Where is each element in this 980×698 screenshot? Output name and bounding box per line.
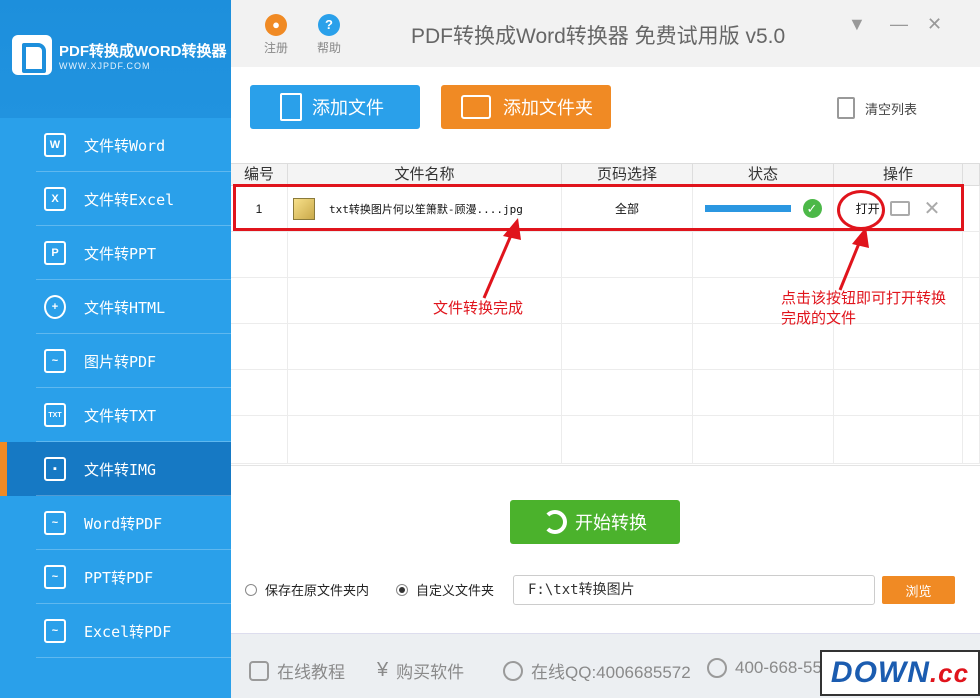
bottom-panel bbox=[231, 465, 980, 633]
refresh-icon bbox=[543, 510, 567, 534]
book-icon bbox=[249, 660, 269, 681]
online-tutorial-label: 在线教程 bbox=[277, 663, 345, 682]
watermark-main: DOWN bbox=[830, 656, 930, 689]
watermark-suffix: .cc bbox=[929, 657, 970, 688]
browse-button[interactable]: 浏览 bbox=[882, 576, 955, 604]
annotation-done: 文件转换完成 bbox=[433, 300, 524, 317]
annotation-open-hint-line2: 完成的文件 bbox=[781, 310, 857, 327]
buy-software-link[interactable]: ¥ 购买软件 bbox=[377, 658, 464, 683]
watermark-logo: DOWN .cc bbox=[820, 650, 980, 696]
annotation-open-hint: 点击该按钮即可打开转换 完成的文件 bbox=[781, 289, 946, 329]
qq-icon bbox=[503, 660, 523, 681]
option-original-folder[interactable]: 保存在原文件夹内 bbox=[245, 580, 369, 599]
online-qq-link[interactable]: 在线QQ:4006685572 bbox=[503, 658, 691, 683]
phone-label: 400-668-55 bbox=[735, 658, 822, 677]
annotation-open-hint-line1: 点击该按钮即可打开转换 bbox=[781, 290, 947, 307]
radio-original-folder[interactable] bbox=[245, 583, 257, 596]
radio-custom-folder[interactable] bbox=[396, 583, 408, 596]
start-convert-button[interactable]: 开始转换 bbox=[510, 500, 680, 544]
online-tutorial-link[interactable]: 在线教程 bbox=[249, 658, 345, 683]
start-convert-label: 开始转换 bbox=[575, 513, 647, 533]
yen-icon: ¥ bbox=[377, 659, 389, 681]
online-qq-label: 在线QQ:4006685572 bbox=[531, 663, 691, 682]
app-window: PDF转换成WORD转换器 WWW.XJPDF.COM W 文件转Word X 文件… bbox=[0, 0, 980, 698]
option-custom-label: 自定义文件夹 bbox=[416, 583, 495, 598]
phone-info: 400-668-55 bbox=[707, 658, 822, 678]
option-original-label: 保存在原文件夹内 bbox=[265, 583, 370, 598]
phone-icon bbox=[707, 658, 727, 678]
output-path-input[interactable]: F:\txt转换图片 bbox=[513, 575, 875, 605]
option-custom-folder[interactable]: 自定义文件夹 bbox=[396, 580, 494, 599]
buy-software-label: 购买软件 bbox=[396, 663, 465, 682]
output-path-value: F:\txt转换图片 bbox=[528, 582, 635, 598]
